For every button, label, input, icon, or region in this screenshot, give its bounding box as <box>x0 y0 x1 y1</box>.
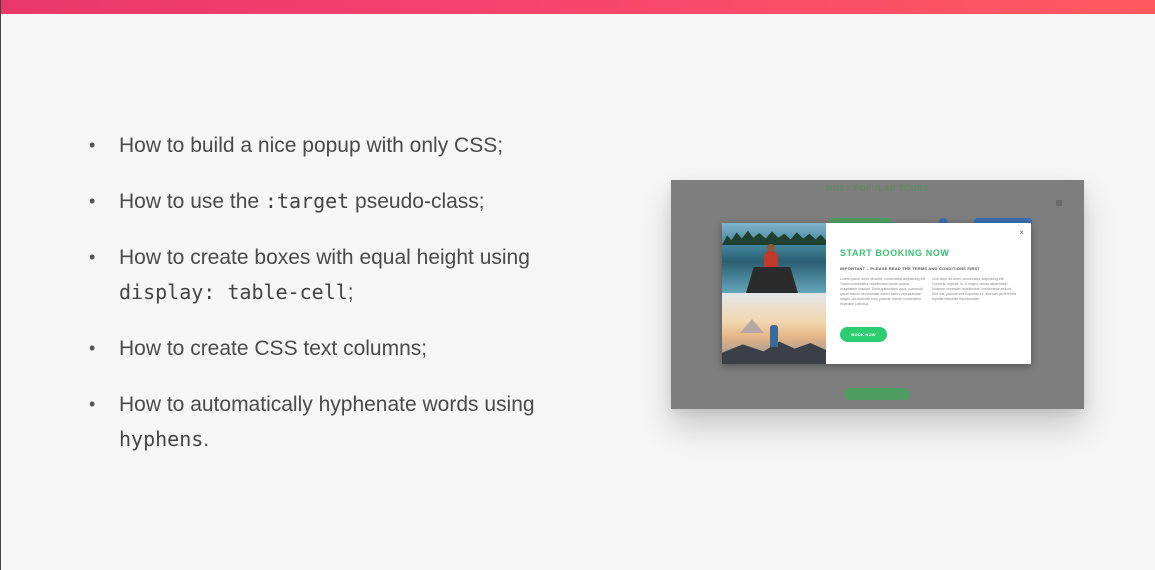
list-item-text: ; <box>347 281 354 304</box>
list-item-text: How to create CSS text columns; <box>119 337 428 360</box>
background-close-icon <box>1056 200 1062 206</box>
bullet-dot: • <box>89 394 96 414</box>
bullet-dot: • <box>89 135 96 155</box>
background-bottom-button <box>844 388 910 400</box>
text-column: Lorem ipsum dolor sit amet, consectetur … <box>840 277 926 306</box>
list-item-text: How to build a nice popup with only CSS; <box>119 134 504 157</box>
code-snippet: display: table-cell <box>119 280 348 304</box>
popup-images <box>722 223 826 364</box>
canoe-lake-photo <box>722 223 826 293</box>
list-item: • How to create boxes with equal height … <box>85 240 565 310</box>
booking-popup: × START BOOKING NOW IMPORTANT – PLEASE R… <box>722 223 1031 364</box>
list-item: • How to use the :target pseudo-class; <box>85 184 565 219</box>
list-item-text: How to create boxes with equal height us… <box>119 246 530 269</box>
text-column: sum dolor sit amet, consectetur adipisic… <box>932 277 1017 301</box>
background-page-title: MOST POPULAR TOURS <box>825 184 930 193</box>
code-snippet: hyphens <box>119 427 204 451</box>
book-now-button[interactable]: BOOK NOW <box>840 327 887 342</box>
list-item: • How to automatically hyphenate words u… <box>85 387 565 457</box>
popup-preview-screenshot: MOST POPULAR TOURS × START BOOKING NOW I… <box>671 180 1084 409</box>
bullet-dot: • <box>89 338 96 358</box>
popup-content: × START BOOKING NOW IMPORTANT – PLEASE R… <box>826 223 1031 364</box>
list-item-text: How to automatically hyphenate words usi… <box>119 393 535 416</box>
code-snippet: :target <box>264 189 350 213</box>
mountain-sunrise-photo <box>722 293 826 364</box>
list-item-text: How to use the <box>119 190 265 213</box>
list-item: • How to build a nice popup with only CS… <box>85 128 565 163</box>
bullet-dot: • <box>89 191 96 211</box>
close-icon[interactable]: × <box>1019 228 1024 238</box>
list-item-text: . <box>203 428 210 451</box>
popup-heading: START BOOKING NOW <box>840 248 950 258</box>
top-accent-bar <box>1 0 1155 14</box>
list-item: • How to create CSS text columns; <box>85 331 565 366</box>
popup-subheading: IMPORTANT – PLEASE READ THE TERMS AND CO… <box>840 266 980 271</box>
list-item-text: pseudo-class; <box>349 190 485 213</box>
bullet-dot: • <box>89 247 96 267</box>
popup-text-columns: Lorem ipsum dolor sit amet, consectetur … <box>840 277 1018 307</box>
feature-list: • How to build a nice popup with only CS… <box>85 128 565 478</box>
